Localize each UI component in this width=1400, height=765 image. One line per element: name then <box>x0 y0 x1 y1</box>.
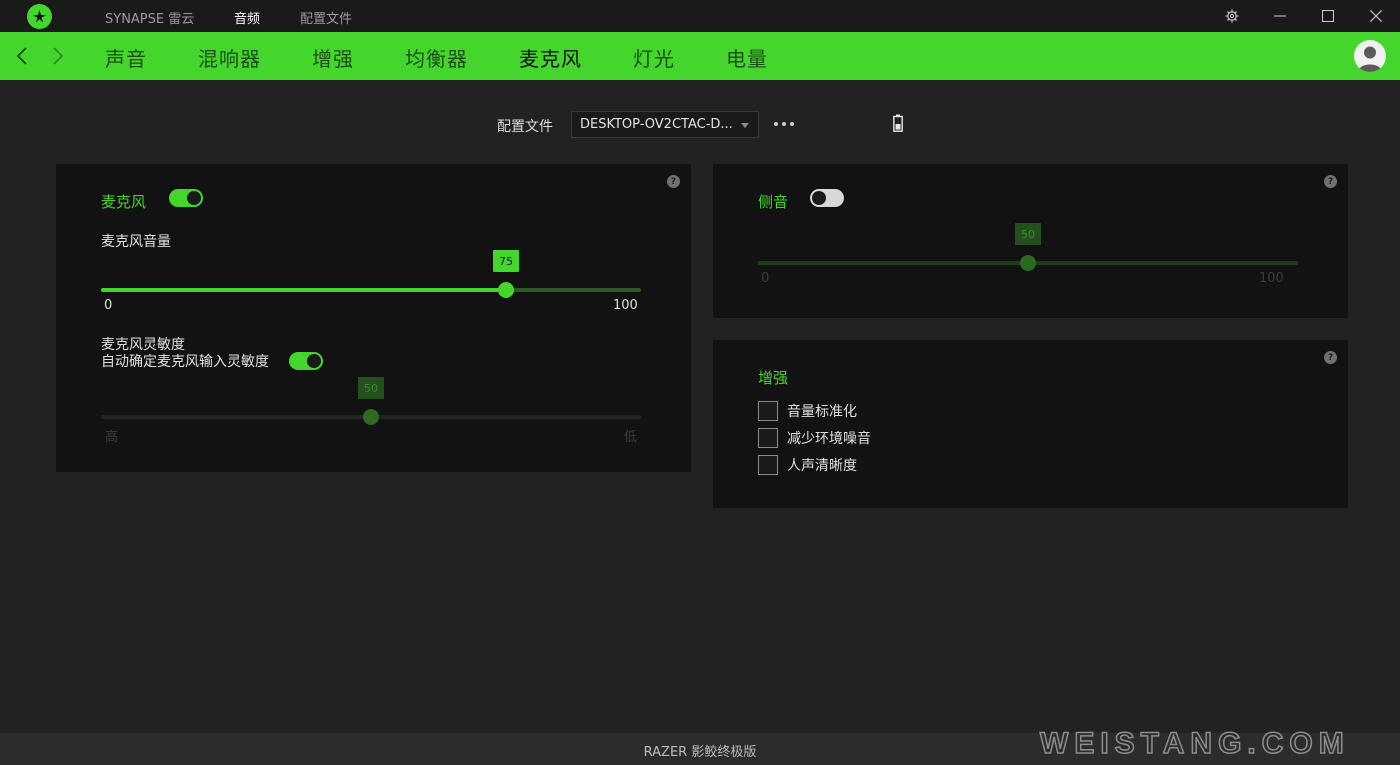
volume-normalization-option[interactable]: 音量标准化 <box>758 401 857 421</box>
checkbox-label: 音量标准化 <box>787 404 857 420</box>
profile-label: 配置文件 <box>497 119 553 135</box>
top-tab-profiles[interactable]: 配置文件 <box>300 8 352 27</box>
gear-icon <box>1225 9 1239 23</box>
back-button[interactable] <box>10 44 34 68</box>
microphone-panel: ? 麦克风 麦克风音量 75 0 100 麦克风灵敏度 自动确定麦克风输入灵敏度… <box>56 164 691 472</box>
top-tab-audio[interactable]: 音频 <box>234 8 260 27</box>
enhance-panel: ? 增强 音量标准化 减少环境噪音 人声清晰度 <box>713 340 1348 508</box>
toggle-knob <box>187 191 201 205</box>
battery-icon <box>893 114 903 132</box>
slider-min-label: 高 <box>105 430 119 445</box>
sidetone-title: 侧音 <box>758 193 789 211</box>
dot <box>774 122 778 126</box>
ambient-noise-reduction-option[interactable]: 减少环境噪音 <box>758 428 871 448</box>
sidetone-toggle[interactable] <box>810 189 844 207</box>
tab-lighting[interactable]: 灯光 <box>633 43 675 72</box>
chevron-right-icon <box>53 47 64 65</box>
slider-min-label: 0 <box>104 298 113 313</box>
mic-sensitivity-slider[interactable]: 50 <box>101 377 641 425</box>
mic-volume-label: 麦克风音量 <box>101 234 171 250</box>
sidetone-panel: ? 侧音 50 0 100 <box>713 164 1348 318</box>
top-tab-synapse[interactable]: SYNAPSE 雷云 <box>105 8 194 27</box>
tab-equalizer[interactable]: 均衡器 <box>405 43 468 72</box>
chevron-left-icon <box>16 47 27 65</box>
watermark: WEISTANG.COM <box>1039 726 1350 761</box>
title-bar: SYNAPSE 雷云 音频 配置文件 <box>0 0 1400 32</box>
enhance-title: 增强 <box>758 369 789 387</box>
tab-enhance[interactable]: 增强 <box>312 43 354 72</box>
minimize-button[interactable] <box>1256 0 1304 32</box>
dot <box>782 122 786 126</box>
question-icon[interactable]: ? <box>1324 175 1337 188</box>
question-icon[interactable]: ? <box>667 175 680 188</box>
maximize-icon <box>1322 10 1334 22</box>
slider-thumb[interactable] <box>363 409 379 425</box>
microphone-title: 麦克风 <box>101 193 147 211</box>
slider-max-label: 低 <box>624 430 638 445</box>
device-name: RAZER 影鲛终极版 <box>643 745 757 760</box>
voice-clarity-option[interactable]: 人声清晰度 <box>758 455 857 475</box>
toggle-knob <box>812 191 826 205</box>
slider-value-bubble: 50 <box>1015 223 1041 245</box>
mic-volume-slider[interactable]: 75 <box>101 250 641 298</box>
dot <box>790 122 794 126</box>
slider-max-label: 100 <box>1259 271 1284 286</box>
checkbox-label: 减少环境噪音 <box>787 431 871 447</box>
slider-value-bubble: 50 <box>358 377 384 399</box>
microphone-toggle[interactable] <box>169 189 203 207</box>
forward-button[interactable] <box>46 44 70 68</box>
slider-fill <box>101 288 506 292</box>
maximize-button[interactable] <box>1304 0 1352 32</box>
tab-mixer[interactable]: 混响器 <box>198 43 261 72</box>
slider-min-label: 0 <box>761 271 770 286</box>
minimize-icon <box>1274 15 1286 17</box>
settings-button[interactable] <box>1208 0 1256 32</box>
sidetone-slider[interactable]: 50 <box>758 223 1298 271</box>
slider-fill <box>758 261 1028 265</box>
more-options-button[interactable] <box>774 116 794 132</box>
question-icon[interactable]: ? <box>1324 351 1337 364</box>
checkbox[interactable] <box>758 401 778 421</box>
slider-value-bubble: 75 <box>493 250 519 272</box>
close-icon <box>1370 10 1382 22</box>
slider-thumb[interactable] <box>498 282 514 298</box>
user-avatar-icon[interactable] <box>1354 40 1386 72</box>
auto-sensitivity-toggle[interactable] <box>289 352 323 370</box>
checkbox[interactable] <box>758 428 778 448</box>
slider-thumb[interactable] <box>1020 255 1036 271</box>
slider-max-label: 100 <box>613 298 638 313</box>
checkbox-label: 人声清晰度 <box>787 458 857 474</box>
razer-logo-icon <box>27 4 52 29</box>
profile-dropdown-value: DESKTOP-OV2CTAC-D... <box>580 117 733 132</box>
checkbox[interactable] <box>758 455 778 475</box>
tab-microphone[interactable]: 麦克风 <box>519 43 582 72</box>
nav-bar: 声音 混响器 增强 均衡器 麦克风 灯光 电量 <box>0 32 1400 80</box>
tab-sound[interactable]: 声音 <box>105 43 147 72</box>
toggle-knob <box>307 354 321 368</box>
chevron-down-icon <box>741 123 749 128</box>
tab-power[interactable]: 电量 <box>726 43 768 72</box>
close-button[interactable] <box>1352 0 1400 32</box>
profile-dropdown[interactable]: DESKTOP-OV2CTAC-D... <box>571 111 759 138</box>
auto-sensitivity-label: 自动确定麦克风输入灵敏度 <box>101 354 269 370</box>
